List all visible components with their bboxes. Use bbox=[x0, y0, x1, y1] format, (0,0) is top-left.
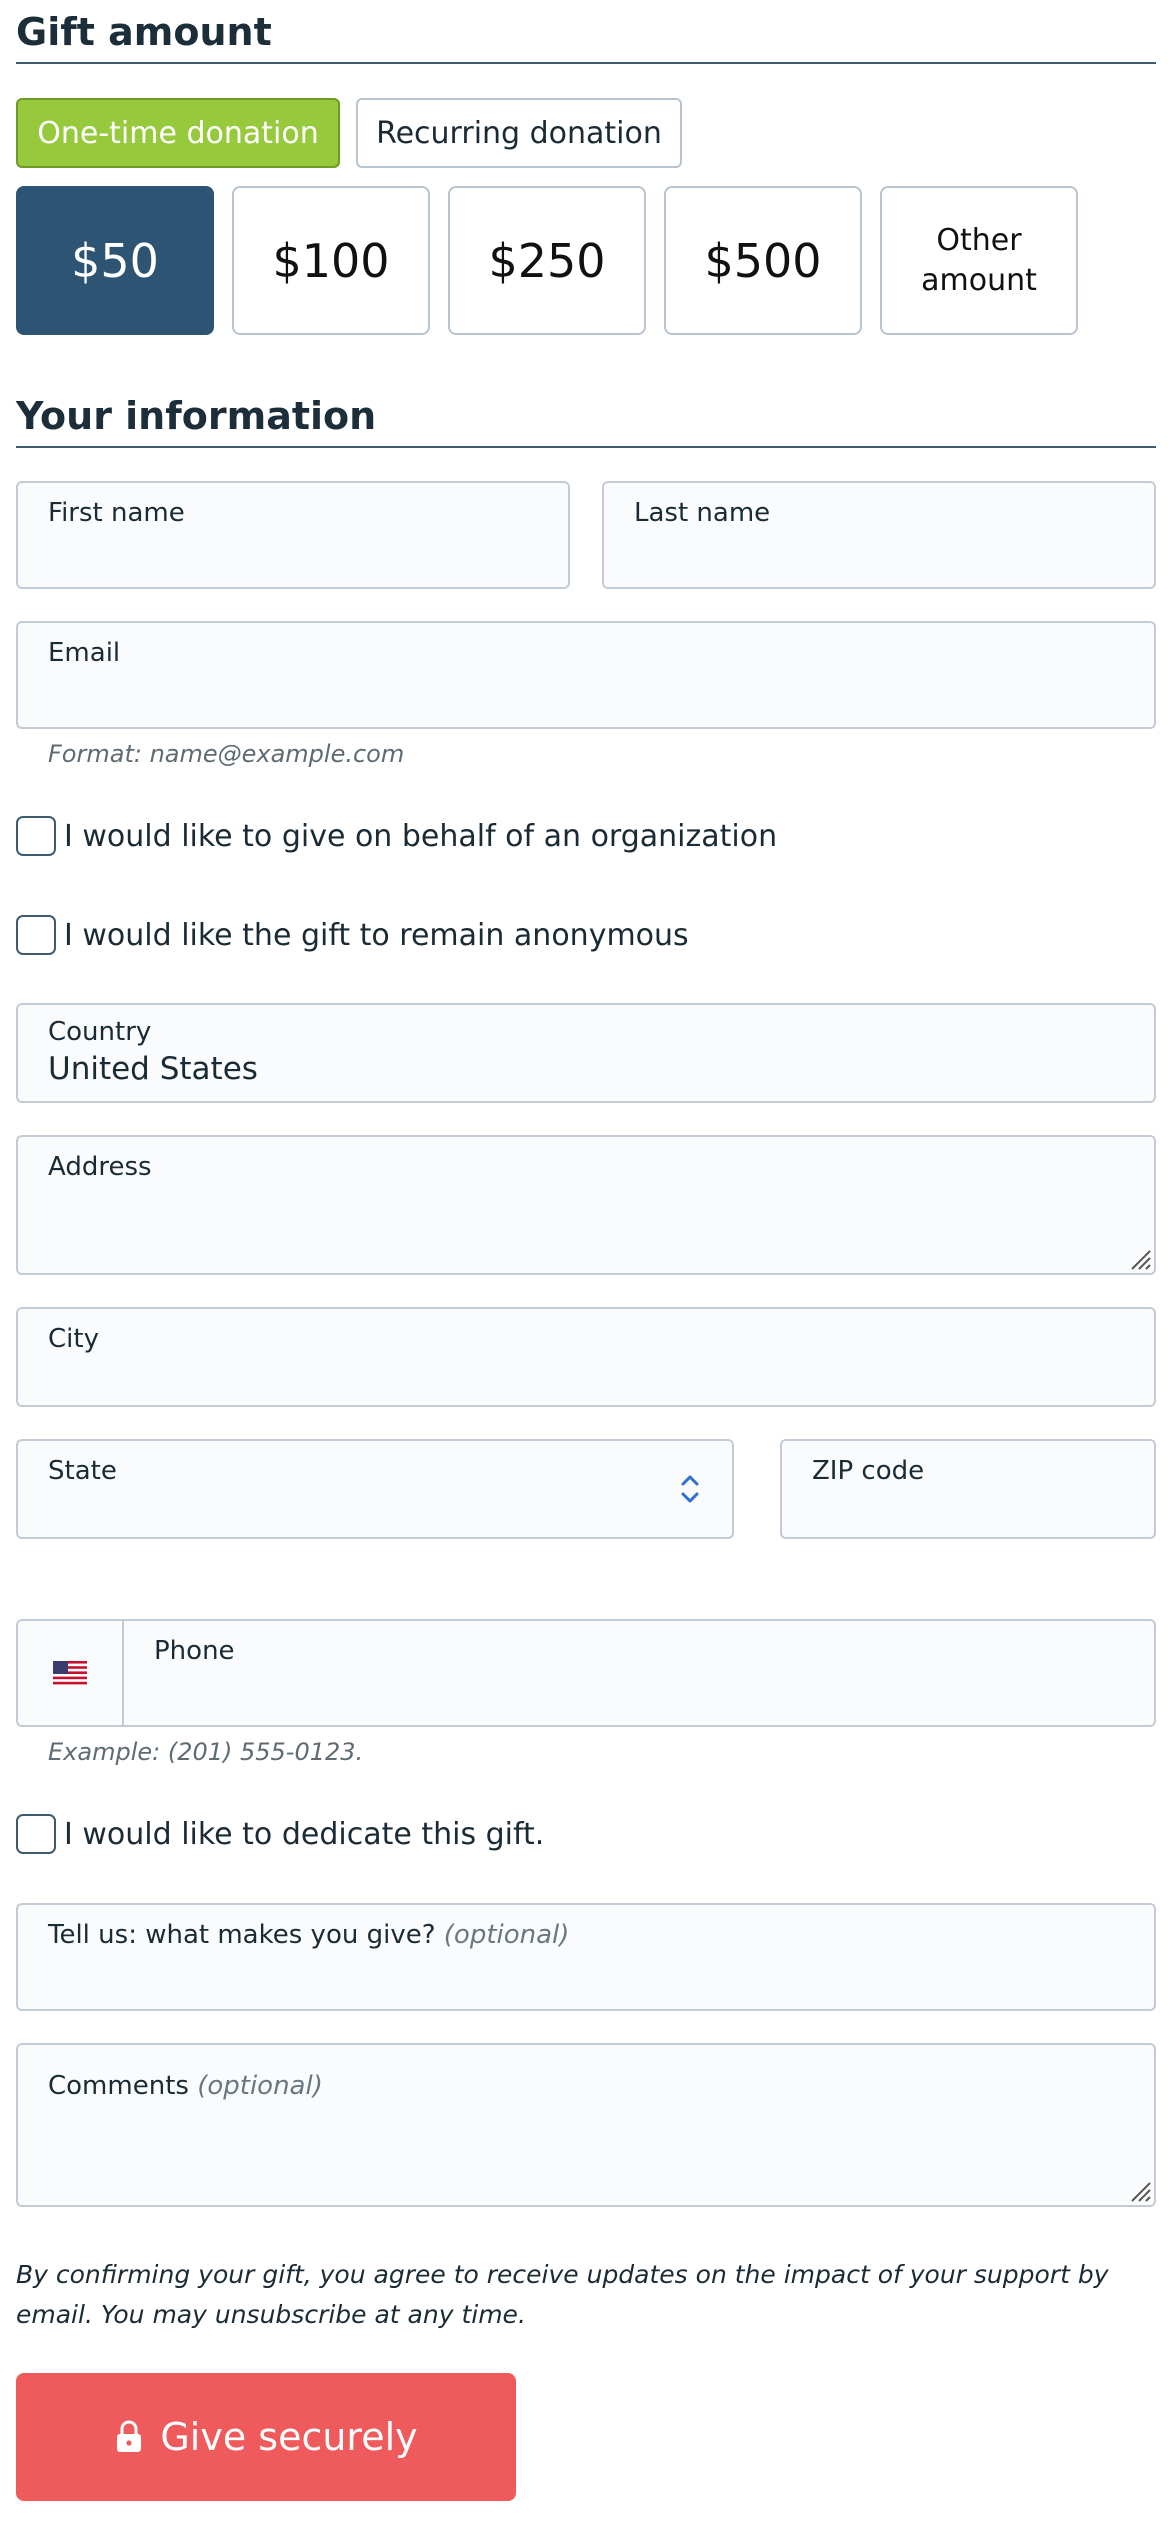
city-field[interactable]: City bbox=[16, 1307, 1156, 1407]
phone-example-hint: Example: (201) 555-0123. bbox=[48, 1738, 364, 1766]
dedicate-checkbox-label: I would like to dedicate this gift. bbox=[64, 1816, 545, 1852]
phone-label: Phone bbox=[154, 1636, 235, 1666]
organization-checkbox-row[interactable]: I would like to give on behalf of an org… bbox=[16, 816, 777, 856]
zip-code-label: ZIP code bbox=[812, 1456, 925, 1486]
phone-country-selector[interactable] bbox=[18, 1621, 124, 1725]
state-select[interactable]: State bbox=[16, 1439, 734, 1539]
email-label: Email bbox=[48, 638, 121, 668]
other-amount-button[interactable]: Other amount bbox=[880, 186, 1078, 335]
amount-250-button[interactable]: $250 bbox=[448, 186, 646, 335]
zip-code-field[interactable]: ZIP code bbox=[780, 1439, 1156, 1539]
comments-optional-tag: (optional) bbox=[197, 2071, 323, 2101]
first-name-field[interactable]: First name bbox=[16, 481, 570, 589]
address-label: Address bbox=[48, 1152, 152, 1182]
gift-amount-title: Gift amount bbox=[16, 10, 272, 54]
other-amount-label-line1: Other bbox=[936, 222, 1022, 258]
amount-100-button[interactable]: $100 bbox=[232, 186, 430, 335]
your-information-divider bbox=[16, 446, 1156, 448]
give-securely-label: Give securely bbox=[160, 2415, 418, 2459]
organization-checkbox[interactable] bbox=[16, 816, 56, 856]
us-flag-icon bbox=[53, 1661, 87, 1685]
anonymous-checkbox-row[interactable]: I would like the gift to remain anonymou… bbox=[16, 915, 689, 955]
last-name-field[interactable]: Last name bbox=[602, 481, 1156, 589]
resize-grip-icon[interactable] bbox=[1128, 2179, 1152, 2203]
country-label: Country bbox=[48, 1017, 152, 1047]
give-securely-button[interactable]: Give securely bbox=[16, 2373, 516, 2501]
organization-checkbox-label: I would like to give on behalf of an org… bbox=[64, 818, 778, 854]
email-format-hint: Format: name@example.com bbox=[48, 740, 405, 768]
gift-amount-divider bbox=[16, 62, 1156, 64]
resize-grip-icon[interactable] bbox=[1128, 1247, 1152, 1271]
recurring-donation-button[interactable]: Recurring donation bbox=[356, 98, 682, 168]
motivation-optional-tag: (optional) bbox=[443, 1920, 570, 1950]
select-arrows-icon bbox=[681, 1475, 699, 1503]
motivation-label-text: Tell us: what makes you give? bbox=[48, 1920, 436, 1950]
state-label: State bbox=[48, 1456, 117, 1486]
phone-field[interactable]: Phone bbox=[16, 1619, 1156, 1727]
comments-field[interactable]: Comments (optional) bbox=[16, 2043, 1156, 2207]
country-select[interactable]: Country United States bbox=[16, 1003, 1156, 1103]
one-time-donation-button[interactable]: One-time donation bbox=[16, 98, 340, 168]
your-information-title: Your information bbox=[16, 394, 377, 438]
first-name-label: First name bbox=[48, 498, 185, 528]
motivation-label: Tell us: what makes you give? (optional) bbox=[48, 1920, 569, 1950]
comments-label: Comments (optional) bbox=[48, 2071, 323, 2101]
amount-500-button[interactable]: $500 bbox=[664, 186, 862, 335]
anonymous-checkbox-label: I would like the gift to remain anonymou… bbox=[64, 917, 689, 953]
dedicate-checkbox[interactable] bbox=[16, 1814, 56, 1854]
amount-50-button[interactable]: $50 bbox=[16, 186, 214, 335]
lock-icon bbox=[114, 2420, 144, 2454]
other-amount-label-line2: amount bbox=[921, 262, 1037, 298]
comments-label-text: Comments bbox=[48, 2071, 189, 2101]
address-field[interactable]: Address bbox=[16, 1135, 1156, 1275]
anonymous-checkbox[interactable] bbox=[16, 915, 56, 955]
email-field[interactable]: Email bbox=[16, 621, 1156, 729]
country-value: United States bbox=[48, 1051, 258, 1087]
email-updates-disclaimer: By confirming your gift, you agree to re… bbox=[16, 2260, 1109, 2329]
city-label: City bbox=[48, 1324, 99, 1354]
last-name-label: Last name bbox=[634, 498, 771, 528]
motivation-field[interactable]: Tell us: what makes you give? (optional) bbox=[16, 1903, 1156, 2011]
dedicate-checkbox-row[interactable]: I would like to dedicate this gift. bbox=[16, 1814, 544, 1854]
